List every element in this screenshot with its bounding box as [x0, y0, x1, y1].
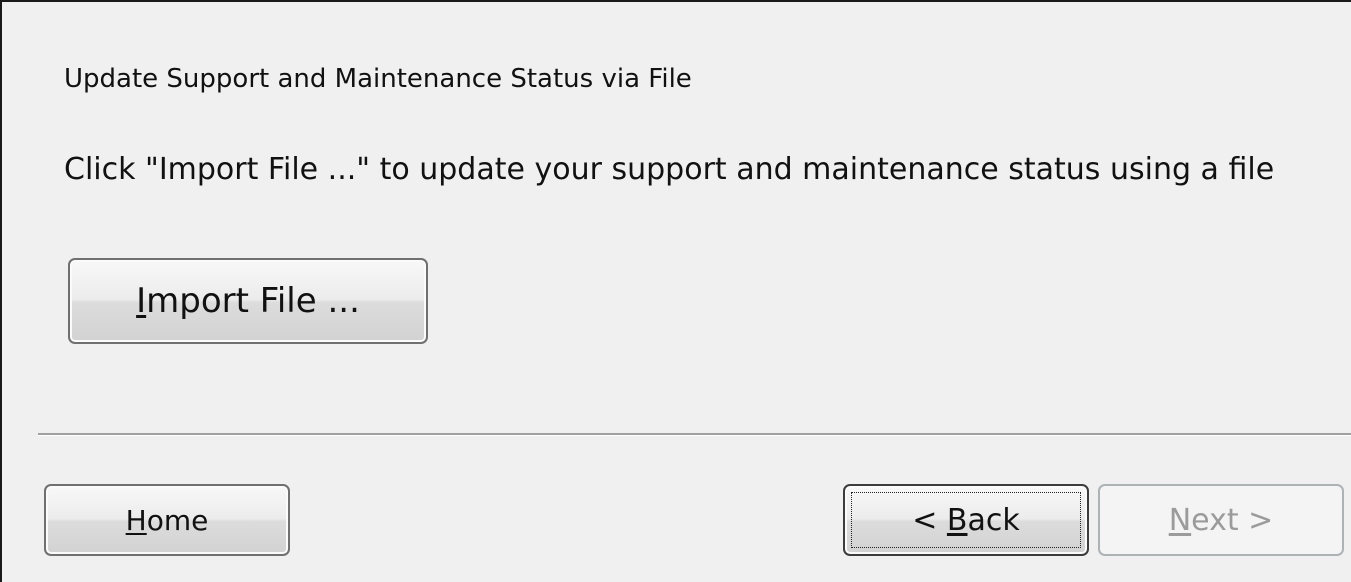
- import-file-rest: mport File ...: [146, 281, 360, 321]
- home-button[interactable]: Home: [44, 484, 290, 556]
- back-prefix: <: [912, 502, 947, 538]
- import-file-button[interactable]: Import File ...: [68, 258, 428, 344]
- home-rest: ome: [146, 503, 209, 537]
- back-button-label: < Back: [912, 503, 1020, 538]
- back-rest: ack: [967, 502, 1020, 538]
- next-accel: N: [1168, 502, 1192, 538]
- footer-separator: [38, 433, 1351, 436]
- home-button-label: Home: [126, 504, 209, 537]
- wizard-page: Update Support and Maintenance Status vi…: [0, 0, 1351, 582]
- home-accel: H: [125, 503, 147, 537]
- back-accel: B: [946, 502, 968, 538]
- back-button[interactable]: < Back: [843, 484, 1089, 556]
- import-file-accel: I: [136, 281, 147, 321]
- instruction-text: Click "Import File ..." to update your s…: [64, 152, 1275, 187]
- next-button[interactable]: Next >: [1098, 484, 1344, 556]
- next-button-label: Next >: [1169, 503, 1274, 538]
- page-heading: Update Support and Maintenance Status vi…: [64, 64, 692, 94]
- next-rest: ext >: [1191, 502, 1274, 538]
- import-file-button-label: Import File ...: [136, 281, 360, 321]
